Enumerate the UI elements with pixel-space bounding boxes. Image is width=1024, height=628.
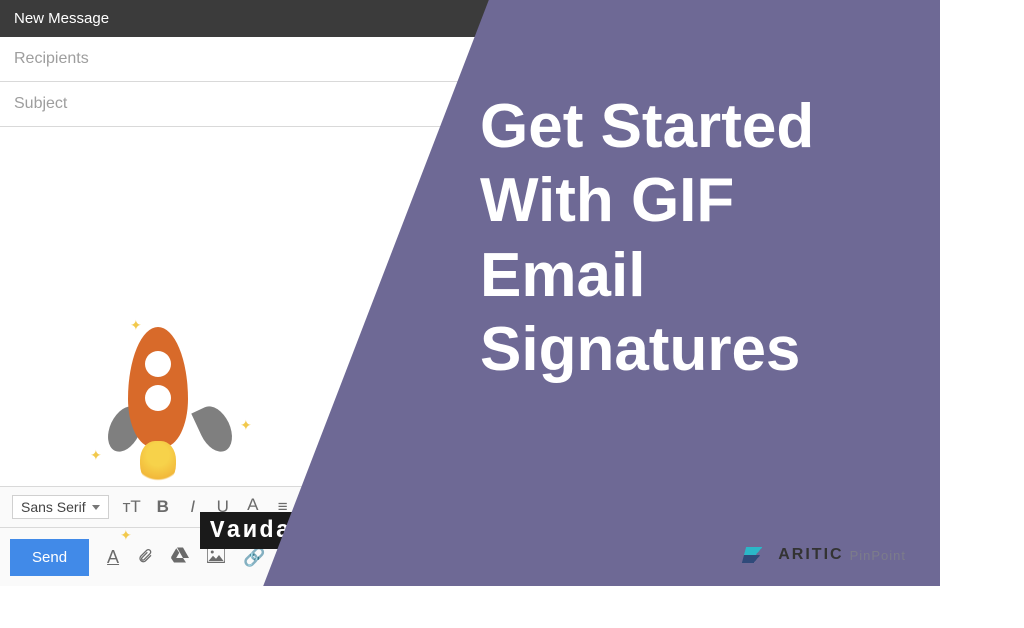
signature-rocket-icon: ✦ ✦ ✦ ✦ ✦ bbox=[90, 317, 250, 517]
font-family-label: Sans Serif bbox=[21, 499, 86, 515]
formatting-button[interactable]: A bbox=[107, 547, 119, 568]
attach-file-icon[interactable] bbox=[137, 546, 153, 569]
insert-drive-icon[interactable] bbox=[171, 547, 189, 568]
brand-sub: PinPoint bbox=[850, 548, 906, 563]
brand-logo: ARITIC PinPoint bbox=[744, 546, 906, 564]
brand-name: ARITIC bbox=[778, 546, 843, 564]
hero-headline: Get Started With GIF Email Signatures bbox=[480, 90, 910, 388]
insert-photo-icon[interactable] bbox=[207, 547, 225, 568]
send-button[interactable]: Send bbox=[10, 539, 89, 576]
insert-link-icon[interactable]: 🔗 bbox=[243, 547, 265, 568]
brand-wing-icon bbox=[742, 547, 774, 563]
